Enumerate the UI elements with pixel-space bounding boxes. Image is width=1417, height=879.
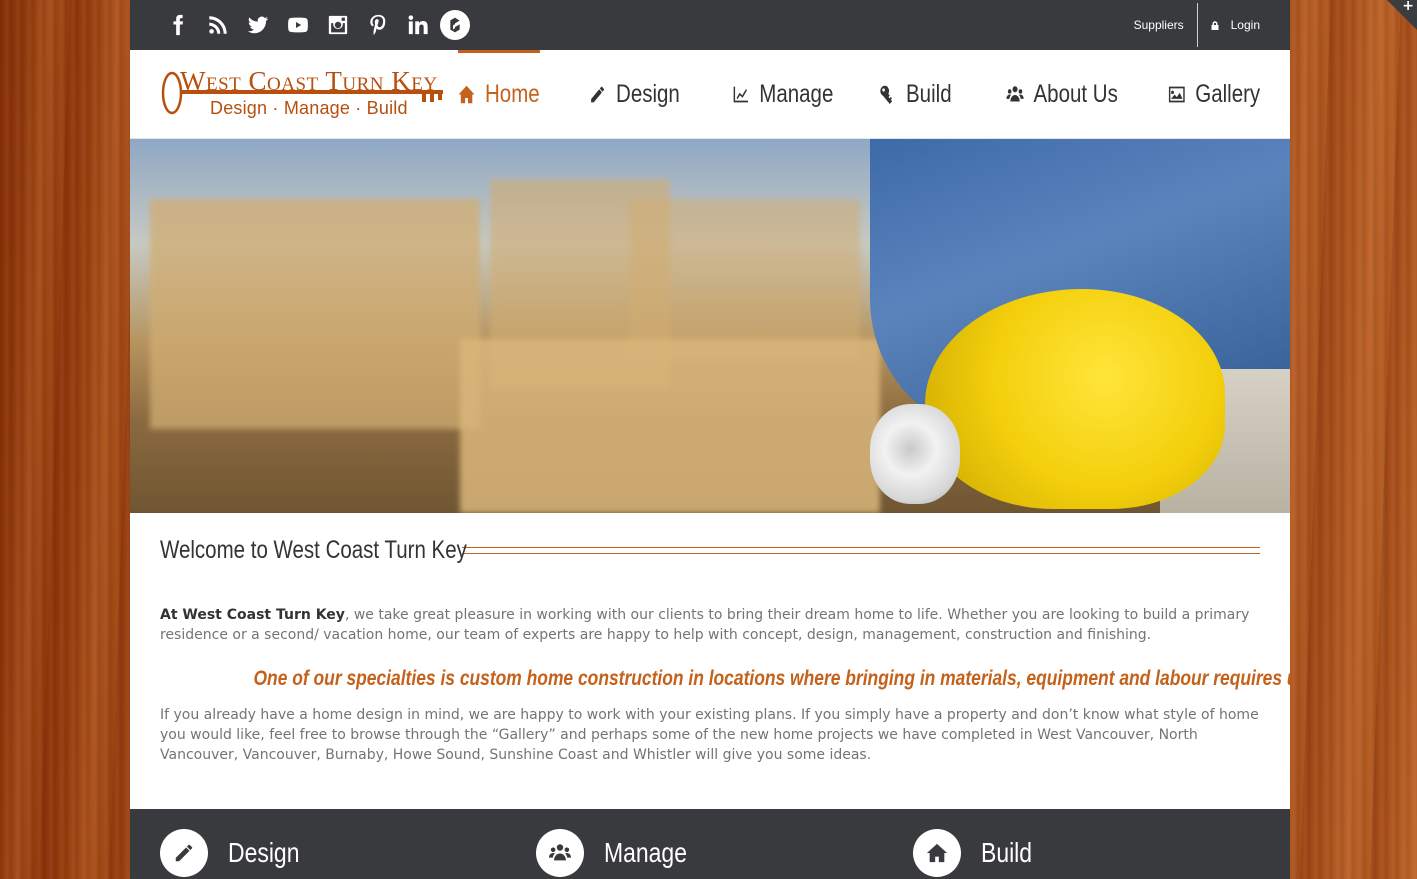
welcome-heading: Welcome to West Coast Turn Key <box>160 535 1260 565</box>
main-content: Welcome to West Coast Turn Key At West C… <box>130 535 1290 765</box>
lumber-stack <box>460 339 880 513</box>
home-icon <box>458 85 474 103</box>
social-links <box>158 0 470 50</box>
feature-icon-circle <box>160 829 208 877</box>
lock-icon <box>1211 20 1219 30</box>
design-paragraph: If you already have a home design in min… <box>160 707 1259 763</box>
plus-icon[interactable]: + <box>1402 0 1414 14</box>
linkedin-icon[interactable] <box>398 0 438 50</box>
top-links: Suppliers Login <box>1134 0 1260 50</box>
twitter-icon[interactable] <box>238 0 278 50</box>
features-bar: Design Manage Build <box>130 809 1290 879</box>
logo-tagline: Design · Manage · Build <box>210 98 408 118</box>
page-title: Welcome to West Coast Turn Key <box>160 535 467 564</box>
intro-paragraph: At West Coast Turn Key, we take great pl… <box>160 605 1260 645</box>
pencil-icon <box>591 86 605 102</box>
nav-item-home[interactable]: Home <box>457 50 539 138</box>
logo-title: West Coast Turn Key <box>180 66 438 96</box>
line-chart-icon <box>733 86 749 102</box>
suppliers-link[interactable]: Suppliers <box>1134 18 1184 32</box>
youtube-icon[interactable] <box>278 0 318 50</box>
nav-label: Design <box>616 79 681 108</box>
blueprint-roll <box>870 404 960 504</box>
feature-manage[interactable]: Manage <box>536 829 705 877</box>
feature-title: Manage <box>604 837 687 868</box>
nav-item-gallery[interactable]: Gallery <box>1168 50 1260 138</box>
hero-image <box>130 139 1290 513</box>
image-icon <box>1168 86 1185 102</box>
house-frame <box>630 199 860 359</box>
feature-build[interactable]: Build <box>913 829 1043 877</box>
intro-bold: At West Coast Turn Key <box>160 607 345 623</box>
login-link[interactable]: Login <box>1211 18 1260 32</box>
feature-icon-circle <box>913 829 961 877</box>
site-header: West Coast Turn Key Design · Manage · Bu… <box>130 50 1290 139</box>
hard-hat <box>925 289 1225 509</box>
specialty-highlight: One of our specialties is custom home co… <box>253 667 1291 690</box>
feature-title: Build <box>981 837 1033 868</box>
pencil-icon <box>175 844 193 862</box>
feature-title: Design <box>228 837 300 868</box>
rss-icon[interactable] <box>198 0 238 50</box>
nav-item-build[interactable]: Build <box>879 50 952 138</box>
nav-item-design[interactable]: Design <box>589 50 680 138</box>
feature-design[interactable]: Design <box>160 829 315 877</box>
nav-label: Manage <box>759 79 834 108</box>
top-bar: Suppliers Login <box>130 0 1290 50</box>
divider <box>1196 3 1198 47</box>
facebook-icon[interactable] <box>158 0 198 50</box>
nav-label: About Us <box>1033 79 1118 108</box>
page-wrapper: Suppliers Login West Coast Turn Key Desi… <box>130 0 1290 879</box>
users-icon <box>549 844 571 861</box>
nav-label: Build <box>906 79 952 108</box>
feature-icon-circle <box>536 829 584 877</box>
nav-item-manage[interactable]: Manage <box>732 50 833 138</box>
nav-label: Home <box>484 79 540 108</box>
wrench-icon <box>880 85 893 104</box>
instagram-icon[interactable] <box>318 0 358 50</box>
nav-item-about-us[interactable]: About Us <box>1006 50 1118 138</box>
nav-label: Gallery <box>1195 79 1260 108</box>
houzz-icon[interactable] <box>440 10 470 40</box>
house-frame <box>150 199 480 429</box>
users-icon <box>1006 85 1024 101</box>
main-nav: Home Design Manage Build About Us Galler… <box>410 50 1260 138</box>
title-rule <box>462 546 1260 554</box>
pinterest-icon[interactable] <box>358 0 398 50</box>
login-label: Login <box>1230 18 1260 32</box>
home-icon <box>926 843 948 863</box>
